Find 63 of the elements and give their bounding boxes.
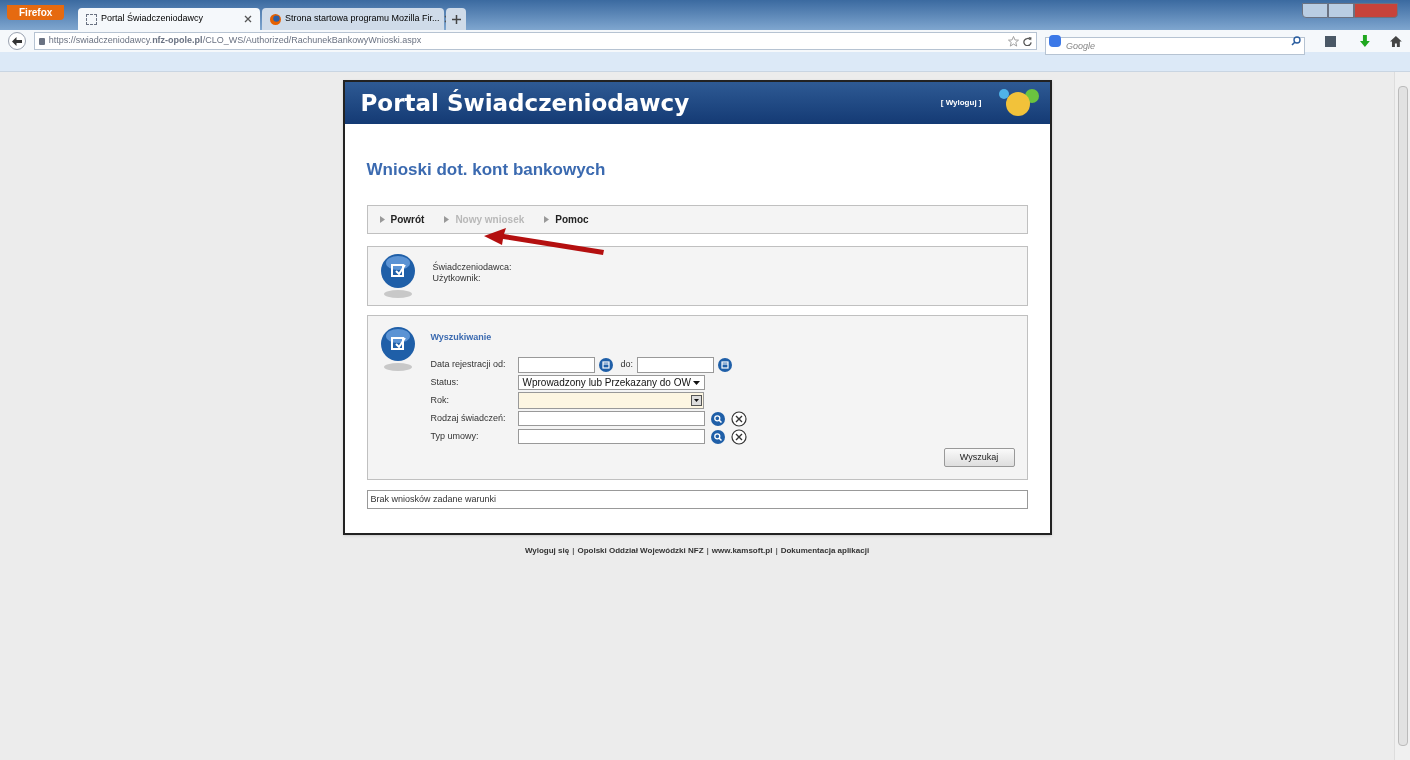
calendar-icon[interactable] bbox=[718, 357, 732, 372]
clear-icon[interactable] bbox=[730, 428, 747, 445]
globe-icon bbox=[270, 13, 281, 25]
portal-title: Portal Świadczeniodawcy bbox=[360, 88, 690, 118]
maximize-button[interactable] bbox=[1328, 3, 1354, 18]
triangle-icon bbox=[444, 215, 450, 223]
search-icon[interactable] bbox=[710, 429, 725, 444]
home-icon[interactable] bbox=[1390, 35, 1402, 47]
search-field[interactable]: Google bbox=[1044, 37, 1305, 55]
footer-link[interactable]: Opolski Oddział Wojewódzki NFZ bbox=[577, 545, 704, 557]
calendar-icon[interactable] bbox=[598, 357, 613, 372]
back-button[interactable] bbox=[8, 32, 26, 50]
lock-icon bbox=[38, 37, 45, 45]
field-label: Status: bbox=[430, 375, 460, 389]
field-label: Data rejestracji od: bbox=[430, 357, 507, 371]
result-message: Brak wniosków zadane warunki bbox=[366, 490, 1028, 509]
footer-link[interactable]: www.kamsoft.pl bbox=[711, 545, 773, 557]
new-tab-button[interactable] bbox=[446, 8, 466, 30]
clear-icon[interactable] bbox=[730, 410, 747, 427]
tab-title: Portal Świadczeniodawcy bbox=[101, 12, 205, 26]
info-label: Użytkownik: bbox=[432, 272, 482, 284]
back-arrow-icon bbox=[11, 36, 22, 46]
reload-icon[interactable] bbox=[1022, 36, 1032, 46]
nav-link[interactable]: Powrót bbox=[390, 211, 425, 227]
section-title: Wyszukiwanie bbox=[430, 330, 493, 344]
footer-link[interactable]: Wyloguj się bbox=[524, 545, 570, 557]
search-icon[interactable] bbox=[1290, 36, 1301, 46]
field-label: do: bbox=[620, 357, 633, 371]
download-icon[interactable] bbox=[1360, 35, 1371, 47]
url-text: https://swiadczeniodawcy.nfz-opole.pl/CLO_WS/Authorized/RachunekBankowyWnioski.aspx bbox=[48, 34, 423, 48]
scrollbar[interactable] bbox=[1394, 72, 1410, 760]
page-heading: Wnioski dot. kont bankowych bbox=[366, 159, 607, 181]
address-bar[interactable]: https://swiadczeniodawcy.nfz-opole.pl/CLO_WS/Authorized/RachunekBankowyWnioski.aspx bbox=[33, 32, 1037, 50]
lookup-field[interactable] bbox=[517, 411, 705, 426]
caret-icon bbox=[692, 380, 700, 385]
nav-link[interactable]: Pomoc bbox=[555, 211, 589, 227]
footer-separator: | bbox=[706, 545, 709, 557]
triangle-icon bbox=[544, 215, 550, 223]
tab-title: Strona startowa programu Mozilla Fir... bbox=[285, 12, 440, 26]
lookup-field[interactable] bbox=[517, 429, 705, 444]
page-icon bbox=[86, 13, 97, 25]
triangle-icon bbox=[379, 215, 385, 223]
date-field[interactable] bbox=[517, 356, 595, 373]
plus-icon bbox=[451, 14, 461, 24]
logout-link[interactable]: [ Wyloguj ] bbox=[940, 97, 982, 109]
field-label: Rodzaj świadczeń: bbox=[430, 411, 507, 425]
footer-separator: | bbox=[775, 545, 778, 557]
search-icon[interactable] bbox=[710, 411, 725, 426]
bookmarks-icon[interactable] bbox=[1324, 35, 1337, 47]
info-label: Świadczeniodawca: bbox=[432, 261, 512, 273]
checklist-icon bbox=[379, 252, 416, 299]
field-label: Rok: bbox=[430, 393, 450, 407]
footer-separator: | bbox=[572, 545, 575, 557]
browser-tab[interactable]: Strona startowa programu Mozilla Fir... bbox=[262, 8, 444, 30]
footer-link[interactable]: Dokumentacja aplikacji bbox=[780, 545, 870, 557]
status-dropdown[interactable]: Wprowadzony lub Przekazany do OW bbox=[517, 375, 705, 390]
browser-tab[interactable]: Portal Świadczeniodawcy bbox=[78, 8, 260, 30]
minimize-button[interactable] bbox=[1302, 3, 1328, 18]
bookmark-star-icon[interactable] bbox=[1007, 35, 1019, 47]
search-button[interactable]: Wyszukaj bbox=[943, 448, 1015, 467]
close-icon[interactable] bbox=[244, 15, 252, 23]
date-field[interactable] bbox=[637, 356, 714, 373]
field-label: Typ umowy: bbox=[430, 429, 480, 443]
